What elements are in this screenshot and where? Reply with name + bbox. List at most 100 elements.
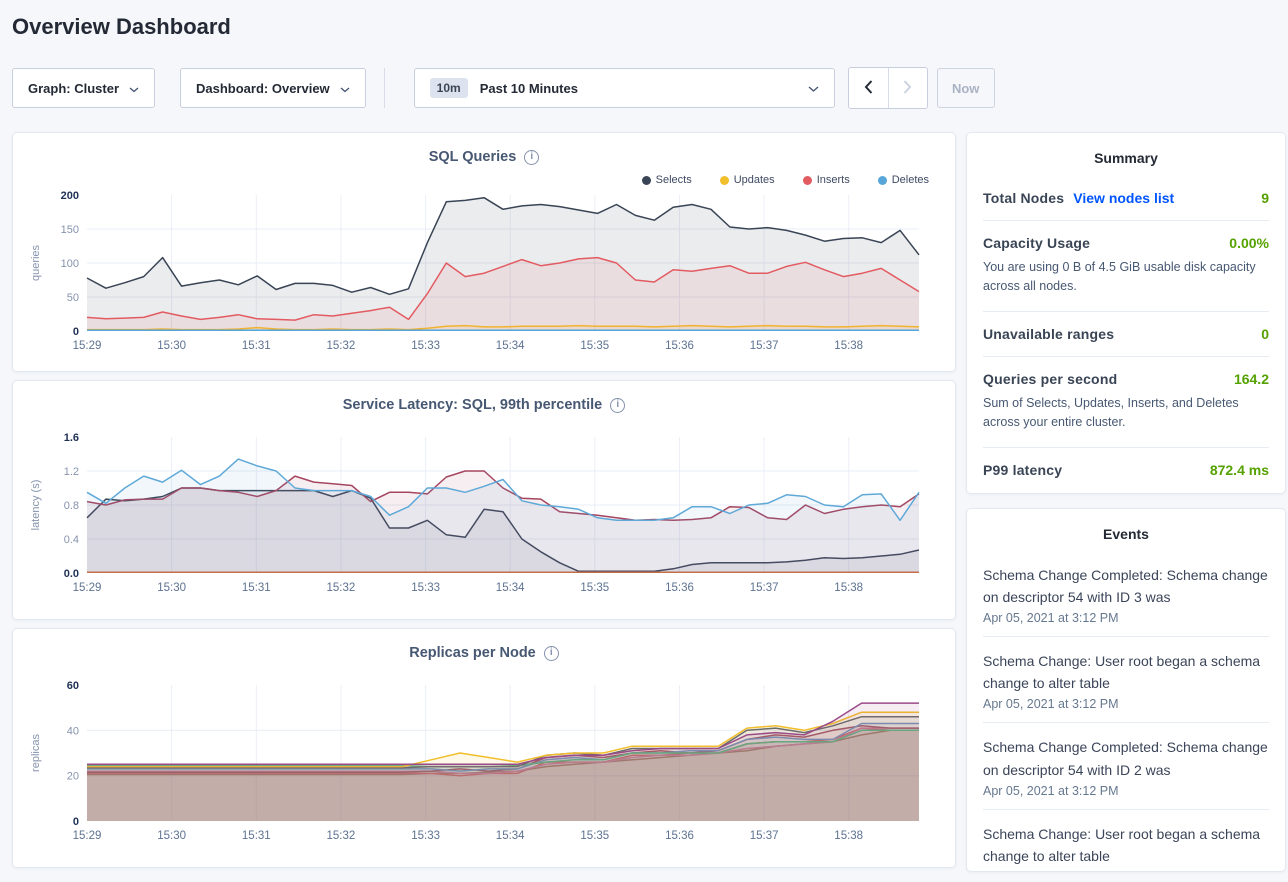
svg-text:1.6: 1.6: [64, 432, 79, 444]
chevron-left-icon: [864, 80, 873, 97]
legend-dot-icon: [642, 176, 651, 185]
toolbar-divider: [384, 68, 385, 108]
svg-text:replicas: replicas: [30, 734, 42, 772]
chart-title-row: SQL Queries i: [25, 149, 943, 165]
chart-title-row: Replicas per Node i: [25, 645, 943, 661]
event-item: Schema Change Completed: Schema change o…: [983, 551, 1269, 637]
chart-legend: Selects Updates Inserts Deletes: [25, 173, 929, 187]
legend-label: Inserts: [817, 174, 850, 186]
svg-text:40: 40: [67, 725, 79, 737]
time-back-button[interactable]: [849, 68, 888, 108]
chart-title: Service Latency: SQL, 99th percentile: [343, 397, 603, 413]
dashboard-dropdown[interactable]: Dashboard: Overview: [180, 68, 366, 108]
now-button[interactable]: Now: [937, 68, 995, 108]
svg-text:100: 100: [61, 258, 79, 270]
dashboard-dropdown-label: Dashboard: Overview: [196, 81, 330, 96]
event-item: Schema Change: User root began a schema …: [983, 810, 1269, 872]
svg-text:15:30: 15:30: [157, 830, 186, 842]
svg-text:15:37: 15:37: [750, 340, 779, 352]
event-text: Schema Change: User root began a schema …: [983, 650, 1269, 694]
summary-row-queries-per-second: Queries per second 164.2: [983, 371, 1269, 387]
event-timestamp: Apr 05, 2021 at 3:11 PM: [983, 870, 1269, 872]
svg-text:15:31: 15:31: [242, 340, 271, 352]
summary-row-unavailable-ranges: Unavailable ranges 0: [983, 326, 1269, 342]
svg-text:15:37: 15:37: [750, 582, 779, 594]
summary-value: 0: [1261, 326, 1269, 342]
event-timestamp: Apr 05, 2021 at 3:12 PM: [983, 784, 1269, 798]
svg-text:15:33: 15:33: [411, 830, 440, 842]
summary-panel: Summary Total Nodes View nodes list 9 Ca…: [966, 132, 1286, 494]
event-text: Schema Change: User root began a schema …: [983, 823, 1269, 867]
toolbar: Graph: Cluster Dashboard: Overview 10m P…: [12, 67, 1288, 109]
summary-value: 872.4 ms: [1210, 462, 1269, 478]
event-item: Schema Change: User root began a schema …: [983, 637, 1269, 723]
chart-title-row: Service Latency: SQL, 99th percentile i: [25, 397, 943, 413]
legend-dot-icon: [720, 176, 729, 185]
time-range-selector[interactable]: 10m Past 10 Minutes: [414, 68, 835, 108]
svg-text:150: 150: [61, 224, 79, 236]
svg-text:0.4: 0.4: [64, 534, 79, 546]
info-icon[interactable]: i: [610, 398, 625, 413]
legend-label: Deletes: [892, 174, 929, 186]
chevron-right-icon: [903, 80, 912, 97]
time-pager: [848, 67, 928, 109]
svg-text:1.2: 1.2: [64, 466, 79, 478]
divider: [983, 356, 1269, 357]
charts-column: SQL Queries i Selects Updates Inserts: [12, 132, 956, 872]
view-nodes-list-link[interactable]: View nodes list: [1073, 190, 1174, 206]
events-panel: Events Schema Change Completed: Schema c…: [966, 508, 1286, 872]
svg-text:15:33: 15:33: [411, 340, 440, 352]
info-icon[interactable]: i: [544, 646, 559, 661]
replicas-per-node-chart[interactable]: 15:2915:3015:3115:3215:3315:3415:3515:36…: [25, 679, 945, 847]
dashboard-content: SQL Queries i Selects Updates Inserts: [12, 132, 1288, 872]
service-latency-chart[interactable]: 15:2915:3015:3115:3215:3315:3415:3515:36…: [25, 431, 945, 599]
event-item: Schema Change Completed: Schema change o…: [983, 723, 1269, 809]
summary-row-total-nodes: Total Nodes View nodes list 9: [983, 190, 1269, 206]
summary-label: Queries per second: [983, 371, 1117, 387]
summary-value: 0.00%: [1229, 235, 1269, 251]
summary-body: Total Nodes View nodes list 9 Capacity U…: [983, 190, 1269, 478]
replicas-per-node-chart-card: Replicas per Node i 15:29 15:30 15:31 15:32…: [12, 628, 956, 868]
summary-row-p99-latency: P99 latency 872.4 ms: [983, 462, 1269, 478]
event-text: Schema Change Completed: Schema change o…: [983, 736, 1269, 780]
event-list: Schema Change Completed: Schema change o…: [983, 551, 1269, 872]
svg-text:60: 60: [67, 680, 79, 692]
summary-value: 164.2: [1234, 371, 1269, 387]
divider: [983, 311, 1269, 312]
svg-text:15:36: 15:36: [665, 340, 694, 352]
legend-dot-icon: [878, 176, 887, 185]
info-icon[interactable]: i: [524, 150, 539, 165]
sql-queries-chart[interactable]: 15:2915:3015:3115:3215:3315:3415:3515:36…: [25, 189, 945, 357]
legend-item: Deletes: [878, 173, 929, 187]
graph-dropdown[interactable]: Graph: Cluster: [12, 68, 155, 108]
svg-text:15:29: 15:29: [73, 340, 102, 352]
svg-text:latency (s): latency (s): [30, 480, 42, 531]
legend-dot-icon: [803, 176, 812, 185]
chevron-down-icon: [129, 81, 139, 96]
time-forward-button[interactable]: [888, 68, 927, 108]
svg-text:15:35: 15:35: [580, 582, 609, 594]
summary-description: You are using 0 B of 4.5 GiB usable disk…: [983, 258, 1269, 297]
chevron-down-icon: [808, 81, 819, 96]
svg-text:0.8: 0.8: [64, 500, 79, 512]
legend-item: Inserts: [803, 173, 850, 187]
svg-text:20: 20: [67, 771, 79, 783]
svg-text:0: 0: [73, 816, 79, 828]
event-timestamp: Apr 05, 2021 at 3:12 PM: [983, 611, 1269, 625]
svg-text:15:31: 15:31: [242, 830, 271, 842]
service-latency-chart-card: Service Latency: SQL, 99th percentile i …: [12, 380, 956, 620]
svg-text:15:29: 15:29: [73, 830, 102, 842]
svg-text:15:37: 15:37: [750, 830, 779, 842]
svg-text:15:38: 15:38: [834, 340, 863, 352]
time-range-badge: 10m: [430, 78, 468, 98]
svg-text:queries: queries: [30, 244, 42, 281]
svg-text:15:34: 15:34: [496, 830, 525, 842]
graph-dropdown-label: Graph: Cluster: [28, 81, 119, 96]
events-title: Events: [983, 526, 1269, 542]
svg-text:15:33: 15:33: [411, 582, 440, 594]
svg-text:15:34: 15:34: [496, 582, 525, 594]
summary-description: Sum of Selects, Updates, Inserts, and De…: [983, 394, 1269, 433]
event-text: Schema Change Completed: Schema change o…: [983, 564, 1269, 608]
legend-label: Updates: [734, 174, 775, 186]
svg-text:15:32: 15:32: [327, 830, 356, 842]
